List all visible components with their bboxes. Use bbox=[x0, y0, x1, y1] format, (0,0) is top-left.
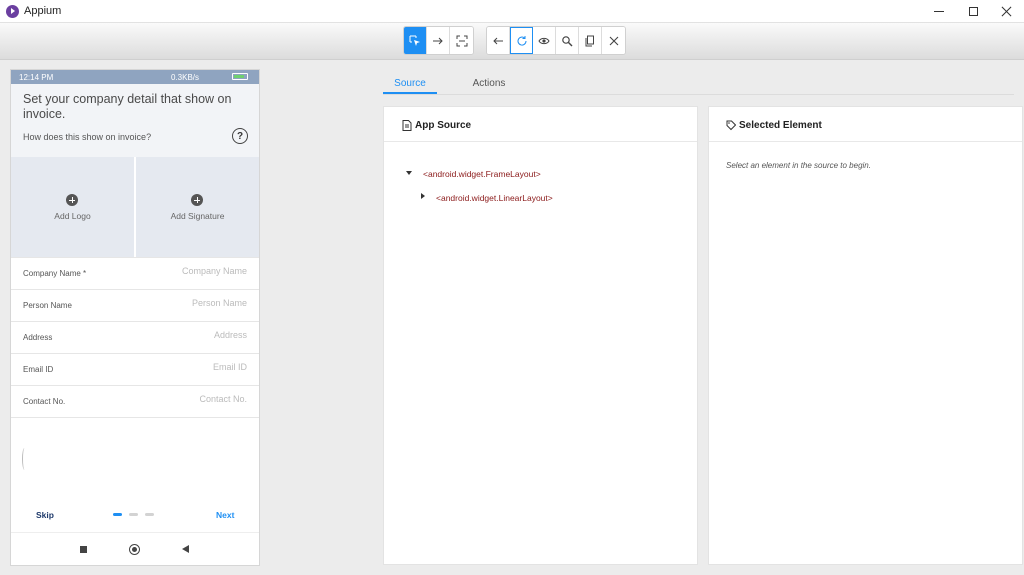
back-button[interactable] bbox=[487, 27, 510, 54]
tab-source[interactable]: Source bbox=[383, 72, 437, 94]
person-name-label: Person Name bbox=[23, 301, 72, 310]
status-network-speed: 0.3KB/s bbox=[171, 73, 200, 82]
refresh-icon bbox=[517, 35, 527, 46]
email-input[interactable] bbox=[127, 362, 247, 372]
plus-circle-icon bbox=[191, 194, 203, 206]
email-label: Email ID bbox=[23, 365, 54, 374]
swipe-button[interactable] bbox=[427, 27, 450, 54]
back-triangle-icon[interactable] bbox=[182, 545, 189, 553]
copy-xml-icon bbox=[585, 35, 594, 46]
close-icon bbox=[1001, 6, 1012, 17]
tab-actions[interactable]: Actions bbox=[462, 72, 516, 94]
address-label: Address bbox=[23, 333, 53, 342]
home-icon[interactable] bbox=[129, 544, 140, 555]
maximize-icon bbox=[968, 7, 978, 16]
copy-xml-button[interactable] bbox=[579, 27, 602, 54]
caret-down-icon[interactable] bbox=[406, 171, 412, 175]
window-title: Appium bbox=[24, 5, 62, 17]
address-row: Address bbox=[11, 321, 259, 353]
selected-element-hint: Select an element in the source to begin… bbox=[726, 161, 871, 170]
interaction-mode-group bbox=[403, 26, 474, 55]
device-status-bar: 12:14 PM 0.3KB/s bbox=[11, 70, 259, 84]
page-indicator-dot bbox=[145, 513, 154, 516]
maximize-button[interactable] bbox=[957, 0, 989, 23]
recents-icon[interactable] bbox=[80, 546, 87, 553]
app-source-title: App Source bbox=[415, 120, 472, 131]
plus-circle-icon bbox=[66, 194, 78, 206]
file-icon bbox=[402, 120, 412, 131]
appium-logo-icon bbox=[6, 5, 19, 18]
select-elements-icon bbox=[409, 35, 420, 46]
onboarding-title: Set your company detail that show on inv… bbox=[23, 92, 232, 121]
search-element-button[interactable] bbox=[556, 27, 579, 54]
add-signature-label: Add Signature bbox=[170, 211, 225, 221]
tap-by-coordinates-icon bbox=[456, 35, 467, 46]
device-screenshot[interactable]: 12:14 PM 0.3KB/s Set your company detail… bbox=[10, 69, 260, 566]
add-signature-button[interactable]: Add Signature bbox=[136, 157, 259, 257]
quit-session-icon bbox=[609, 36, 618, 45]
swipe-icon bbox=[433, 37, 443, 44]
tree-node-framelayout[interactable]: <android.widget.FrameLayout> bbox=[423, 169, 541, 179]
android-nav-divider bbox=[11, 532, 259, 533]
refresh-button[interactable] bbox=[510, 27, 533, 54]
page-indicator-dot bbox=[129, 513, 138, 516]
contact-input[interactable] bbox=[127, 394, 247, 404]
onboarding-header: Set your company detail that show on inv… bbox=[11, 84, 259, 157]
email-row: Email ID bbox=[11, 353, 259, 385]
company-name-input[interactable] bbox=[127, 266, 247, 276]
tabs-divider bbox=[383, 94, 1014, 95]
contact-label: Contact No. bbox=[23, 397, 66, 406]
page-indicator-dot-active bbox=[113, 513, 122, 516]
next-button[interactable]: Next bbox=[216, 510, 234, 520]
app-source-header: App Source bbox=[384, 107, 697, 142]
add-logo-label: Add Logo bbox=[54, 211, 91, 221]
session-actions-group bbox=[486, 26, 626, 55]
battery-icon bbox=[232, 73, 248, 80]
selected-element-header: Selected Element bbox=[709, 107, 1022, 142]
toggle-visibility-button[interactable] bbox=[533, 27, 556, 54]
app-source-panel: App Source <android.widget.FrameLayout> … bbox=[383, 106, 698, 565]
tag-icon bbox=[726, 120, 736, 131]
select-elements-button[interactable] bbox=[404, 27, 427, 54]
onboarding-subtitle: How does this show on invoice? bbox=[23, 132, 152, 142]
person-name-input[interactable] bbox=[127, 298, 247, 308]
company-name-row: Company Name * bbox=[11, 257, 259, 289]
caret-right-icon[interactable] bbox=[421, 193, 425, 199]
selected-element-panel: Selected Element Select an element in th… bbox=[708, 106, 1023, 565]
close-window-button[interactable] bbox=[990, 0, 1022, 23]
search-icon bbox=[562, 35, 573, 46]
minimize-icon bbox=[934, 11, 944, 12]
person-name-row: Person Name bbox=[11, 289, 259, 321]
status-time: 12:14 PM bbox=[19, 73, 54, 82]
tree-node-linearlayout[interactable]: <android.widget.LinearLayout> bbox=[436, 193, 553, 203]
help-icon[interactable]: ? bbox=[232, 128, 248, 144]
minimize-button[interactable] bbox=[923, 0, 955, 23]
eye-icon bbox=[538, 37, 550, 44]
selected-element-title: Selected Element bbox=[739, 120, 822, 131]
skip-button[interactable]: Skip bbox=[36, 510, 54, 520]
add-logo-button[interactable]: Add Logo bbox=[11, 157, 134, 257]
contact-row: Contact No. bbox=[11, 385, 259, 417]
company-name-label: Company Name * bbox=[23, 269, 87, 278]
inspector-toolbar bbox=[0, 23, 1024, 60]
address-input[interactable] bbox=[127, 330, 247, 340]
back-icon bbox=[493, 37, 503, 44]
title-bar: Appium bbox=[0, 0, 1024, 23]
form-divider bbox=[11, 417, 259, 418]
quit-session-button[interactable] bbox=[602, 27, 625, 54]
drag-handle[interactable] bbox=[22, 448, 27, 470]
tap-by-coordinates-button[interactable] bbox=[450, 27, 473, 54]
